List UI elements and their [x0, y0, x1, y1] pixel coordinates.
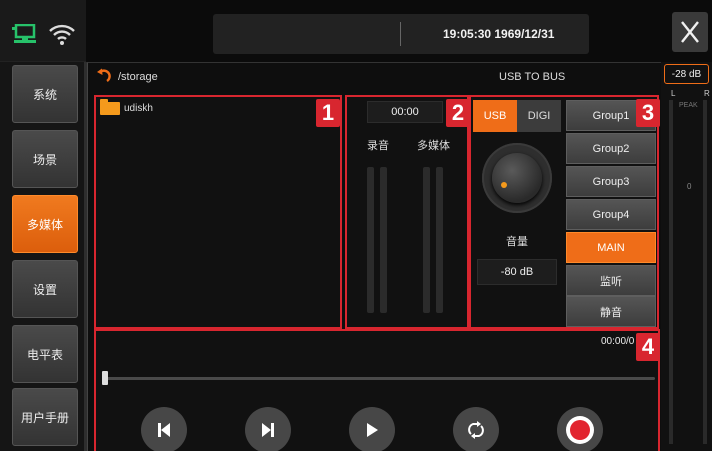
previous-button[interactable]: [141, 407, 187, 451]
sidebar-item-multimedia[interactable]: 多媒体: [12, 195, 78, 253]
recorder-panel: 00:00 录音 多媒体 2: [345, 95, 470, 329]
storage-path: /storage: [118, 71, 158, 83]
folder-name: udiskh: [124, 103, 153, 114]
peak-label: PEAK: [679, 102, 698, 109]
volume-label: 音量: [506, 236, 528, 248]
seek-thumb[interactable]: [102, 371, 108, 385]
volume-knob-cap: [492, 153, 542, 203]
sidebar-item-scene[interactable]: 场景: [12, 130, 78, 188]
datetime-display: 19:05:30 1969/12/31: [213, 14, 589, 54]
file-browser-panel: udiskh 1: [94, 95, 342, 329]
marker-2: 2: [446, 99, 470, 127]
record-meter-right: [380, 167, 387, 313]
record-time: 00:00: [367, 101, 443, 123]
back-icon[interactable]: [94, 68, 112, 86]
path-row: /storage USB TO BUS: [88, 63, 662, 95]
media-label: 多媒体: [417, 140, 450, 152]
usb-source-button[interactable]: USB: [473, 100, 517, 132]
folder-icon: [100, 99, 120, 115]
meter-bar-right: [703, 100, 707, 444]
record-meter-left: [367, 167, 374, 313]
meter-right-label: R: [704, 89, 710, 98]
meter-bar-left: [669, 100, 673, 444]
play-icon: [367, 423, 378, 437]
sidebar: 系统 场景 多媒体 设置 电平表 用户手册: [0, 62, 87, 451]
media-meter-right: [436, 167, 443, 313]
seek-track[interactable]: [103, 377, 655, 380]
volume-knob[interactable]: [482, 143, 552, 213]
previous-icon: [158, 423, 170, 437]
record-button[interactable]: [557, 407, 603, 451]
top-bar: 19:05:30 1969/12/31: [86, 0, 712, 62]
status-area: [0, 0, 86, 62]
volume-value: -80 dB: [477, 259, 557, 285]
record-label: 录音: [367, 140, 389, 152]
marker-3: 3: [636, 99, 660, 127]
mute-button[interactable]: 静音: [566, 296, 656, 327]
sidebar-item-user-manual[interactable]: 用户手册: [12, 388, 78, 446]
volume-knob-indicator: [501, 182, 507, 188]
record-icon: [566, 416, 594, 444]
close-icon: [681, 21, 699, 43]
repeat-icon: [468, 421, 484, 439]
monitor-button[interactable]: 监听: [566, 265, 656, 296]
main-bus-button[interactable]: MAIN: [566, 232, 656, 263]
output-meter: -28 dB L R PEAK 0: [661, 62, 712, 451]
folder-item[interactable]: udiskh: [100, 99, 153, 115]
play-button[interactable]: [349, 407, 395, 451]
next-icon: [262, 423, 274, 437]
close-button[interactable]: [672, 12, 708, 52]
playback-time: 00:00/0: [601, 336, 635, 347]
media-meter-left: [423, 167, 430, 313]
output-level-tag[interactable]: -28 dB: [664, 64, 709, 84]
zero-label: 0: [687, 182, 692, 191]
digi-source-button[interactable]: DIGI: [517, 100, 561, 132]
bus-routing-panel: USB DIGI 音量 -80 dB Group1 Group2 Group3 …: [469, 95, 660, 329]
group4-button[interactable]: Group4: [566, 199, 656, 230]
datetime-text: 19:05:30 1969/12/31: [443, 27, 555, 41]
sidebar-item-level-meter[interactable]: 电平表: [12, 325, 78, 383]
multimedia-page: /storage USB TO BUS udiskh 1 00:00 录音 多媒…: [87, 62, 661, 451]
player-panel: 00:00/0 4: [94, 329, 660, 451]
group3-button[interactable]: Group3: [566, 166, 656, 197]
repeat-button[interactable]: [453, 407, 499, 451]
sidebar-item-settings[interactable]: 设置: [12, 260, 78, 318]
network-icon: [12, 24, 36, 43]
group2-button[interactable]: Group2: [566, 133, 656, 164]
next-button[interactable]: [245, 407, 291, 451]
wifi-icon: [49, 24, 75, 45]
datetime-separator: [400, 22, 401, 46]
marker-1: 1: [316, 99, 340, 127]
meter-left-label: L: [671, 89, 676, 98]
marker-4: 4: [636, 333, 660, 361]
route-mode: USB TO BUS: [499, 71, 566, 83]
sidebar-item-system[interactable]: 系统: [12, 65, 78, 123]
